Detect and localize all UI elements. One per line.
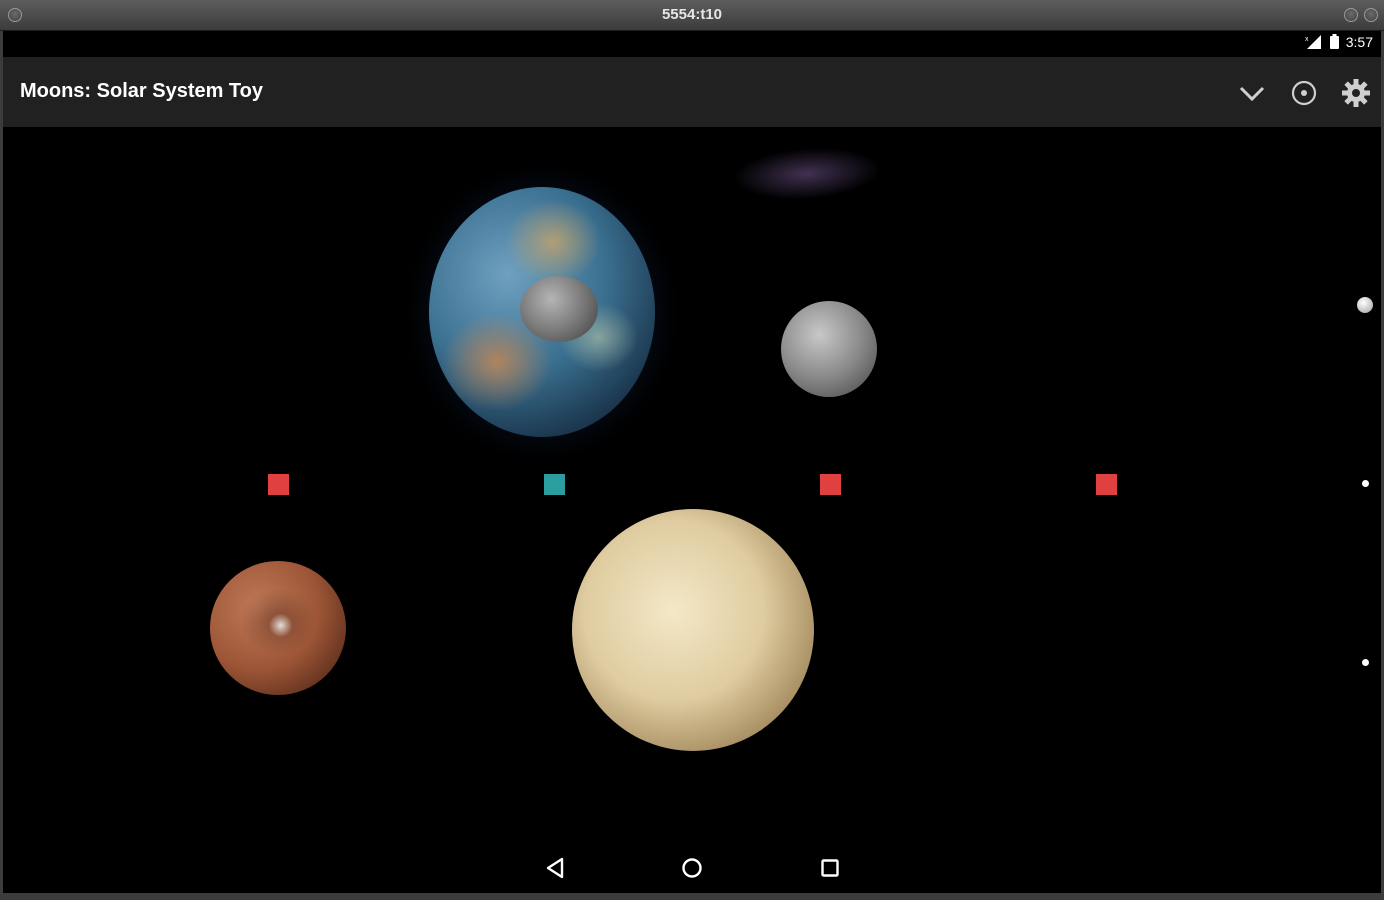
marker-red-3[interactable] <box>1096 474 1117 495</box>
gear-icon[interactable] <box>1340 77 1372 109</box>
solar-system-canvas[interactable] <box>3 127 1381 893</box>
mars-planet[interactable] <box>210 561 346 695</box>
chevron-down-icon[interactable] <box>1236 77 1268 109</box>
window-minimize-button[interactable] <box>1344 8 1358 22</box>
venus-planet[interactable] <box>572 509 814 751</box>
svg-text:x: x <box>1305 36 1309 43</box>
battery-icon <box>1329 34 1339 49</box>
signal-icon: x <box>1305 35 1321 49</box>
recents-nav-icon[interactable] <box>818 856 842 880</box>
back-nav-icon[interactable] <box>543 856 567 880</box>
android-status-bar: x 3:57 <box>3 31 1381 57</box>
window-titlebar: 5554:t10 <box>0 0 1384 31</box>
app-title: Moons: Solar System Toy <box>20 80 264 102</box>
status-icons: x 3:57 <box>1305 34 1373 50</box>
earth-moon[interactable] <box>520 276 598 342</box>
window-title: 5554:t10 <box>661 6 723 23</box>
comet-trail <box>690 128 886 222</box>
home-nav-icon[interactable] <box>680 856 704 880</box>
window-close-button[interactable] <box>1364 8 1378 22</box>
side-moon-large[interactable] <box>1357 297 1373 313</box>
side-moon-small-1[interactable] <box>1362 480 1369 487</box>
target-icon[interactable] <box>1288 77 1320 109</box>
grey-moon[interactable] <box>781 301 877 397</box>
marker-red-1[interactable] <box>268 474 289 495</box>
status-time: 3:57 <box>1345 34 1373 50</box>
side-moon-small-2[interactable] <box>1362 659 1369 666</box>
app-toolbar: Moons: Solar System Toy <box>3 57 1381 127</box>
marker-red-2[interactable] <box>820 474 841 495</box>
window-frame-bottom <box>0 893 1384 900</box>
marker-teal[interactable] <box>544 474 565 495</box>
